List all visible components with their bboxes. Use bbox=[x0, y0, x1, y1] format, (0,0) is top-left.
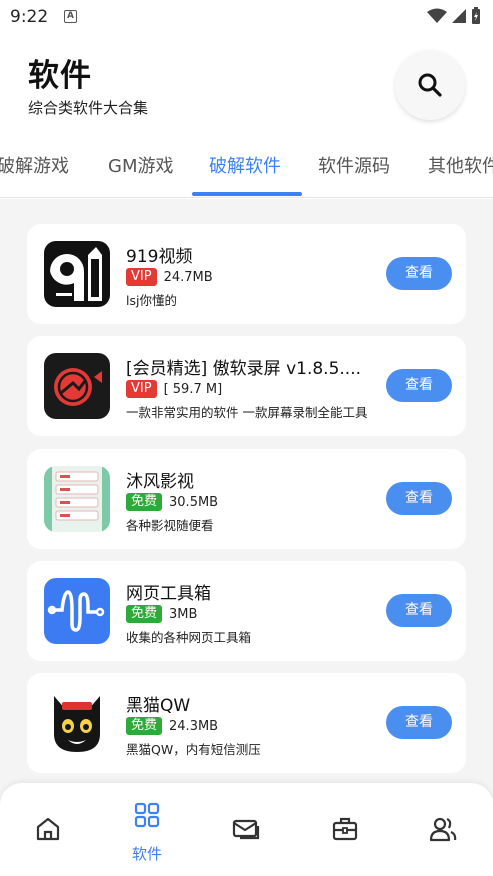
app-size: 24.3MB bbox=[169, 718, 219, 734]
page-header: 软件 综合类软件大合集 bbox=[0, 34, 493, 144]
battery-icon bbox=[472, 7, 480, 24]
tab-other-software[interactable]: 其他软件 bbox=[428, 152, 493, 178]
toolbox-icon bbox=[44, 578, 110, 644]
wifi-icon bbox=[427, 8, 447, 23]
app-card[interactable]: 919视频 VIP 24.7MB lsj你懂的 查看 bbox=[27, 224, 466, 324]
signal-icon bbox=[452, 9, 466, 23]
nav-tools[interactable] bbox=[315, 783, 375, 876]
tab-gm-games[interactable]: GM游戏 bbox=[108, 152, 173, 178]
nav-profile[interactable] bbox=[413, 783, 473, 876]
nav-software[interactable]: 软件 bbox=[117, 783, 177, 876]
view-button[interactable]: 查看 bbox=[386, 257, 452, 290]
tab-crack-software[interactable]: 破解软件 bbox=[209, 152, 281, 178]
free-badge: 免费 bbox=[126, 605, 163, 623]
view-button[interactable]: 查看 bbox=[386, 482, 452, 515]
status-icons bbox=[427, 7, 481, 25]
grid-icon bbox=[134, 802, 160, 828]
app-name: 网页工具箱 bbox=[126, 584, 211, 604]
view-button[interactable]: 查看 bbox=[386, 594, 452, 627]
app-description: 一款非常实用的软件 一款屏幕录制全能工具 bbox=[126, 405, 368, 420]
app-meta: 免费 24.3MB bbox=[126, 717, 218, 735]
view-button[interactable]: 查看 bbox=[386, 706, 452, 739]
app-description: 各种影视随便看 bbox=[126, 518, 214, 533]
app-size: 24.7MB bbox=[163, 269, 213, 285]
app-meta: VIP 24.7MB bbox=[126, 268, 213, 286]
app-description: 黑猫QW，内有短信测压 bbox=[126, 742, 261, 757]
free-badge: 免费 bbox=[126, 493, 163, 511]
vip-badge: VIP bbox=[126, 380, 157, 398]
app-description: lsj你懂的 bbox=[126, 293, 177, 308]
app-size: 30.5MB bbox=[169, 494, 219, 510]
app-card[interactable]: 黑猫QW 免费 24.3MB 黑猫QW，内有短信测压 查看 bbox=[27, 673, 466, 773]
nav-label: 软件 bbox=[131, 845, 162, 863]
category-tabs: 破解游戏 GM游戏 破解软件 软件源码 其他软件 bbox=[0, 144, 493, 198]
tab-crack-games[interactable]: 破解游戏 bbox=[0, 152, 69, 178]
bottom-navigation: 软件 bbox=[0, 783, 493, 876]
toolbox-nav-icon bbox=[332, 817, 358, 841]
tab-software-source[interactable]: 软件源码 bbox=[318, 152, 390, 178]
app-description: 收集的各种网页工具箱 bbox=[126, 630, 252, 645]
app-name: 沐风影视 bbox=[126, 472, 194, 492]
mail-icon bbox=[232, 819, 260, 840]
search-button[interactable] bbox=[395, 50, 465, 120]
nav-home[interactable] bbox=[18, 783, 78, 876]
919-logo-icon bbox=[44, 241, 110, 307]
home-icon bbox=[36, 817, 60, 841]
tab-indicator bbox=[192, 192, 302, 196]
app-meta: 免费 3MB bbox=[126, 605, 197, 623]
view-button[interactable]: 查看 bbox=[386, 369, 452, 402]
app-meta: VIP [ 59.7 M] bbox=[126, 380, 222, 398]
black-cat-icon bbox=[44, 690, 110, 756]
vip-badge: VIP bbox=[126, 268, 157, 286]
users-icon bbox=[429, 817, 457, 842]
app-card[interactable]: 网页工具箱 免费 3MB 收集的各种网页工具箱 查看 bbox=[27, 561, 466, 661]
free-badge: 免费 bbox=[126, 717, 163, 735]
app-meta: 免费 30.5MB bbox=[126, 493, 218, 511]
app-name: [会员精选] 傲软录屏 v1.8.5.... bbox=[126, 359, 362, 379]
video-app-icon bbox=[44, 466, 110, 532]
page-subtitle: 综合类软件大合集 bbox=[28, 99, 149, 117]
app-card[interactable]: 沐风影视 免费 30.5MB 各种影视随便看 查看 bbox=[27, 449, 466, 549]
app-size: 3MB bbox=[169, 606, 198, 622]
notification-a-icon: A bbox=[64, 10, 77, 23]
status-time: 9:22 bbox=[10, 7, 49, 27]
page-title: 软件 bbox=[28, 58, 92, 94]
status-bar: 9:22 A bbox=[0, 0, 493, 34]
screen-recorder-icon bbox=[44, 353, 110, 419]
nav-messages[interactable] bbox=[216, 783, 276, 876]
app-name: 黑猫QW bbox=[126, 696, 191, 716]
app-name: 919视频 bbox=[126, 247, 193, 267]
app-card[interactable]: [会员精选] 傲软录屏 v1.8.5.... VIP [ 59.7 M] 一款非… bbox=[27, 336, 466, 436]
search-icon bbox=[418, 73, 442, 97]
app-list: 919视频 VIP 24.7MB lsj你懂的 查看 [会员精选] 傲软录屏 v… bbox=[0, 199, 493, 876]
app-size: [ 59.7 M] bbox=[163, 381, 223, 397]
